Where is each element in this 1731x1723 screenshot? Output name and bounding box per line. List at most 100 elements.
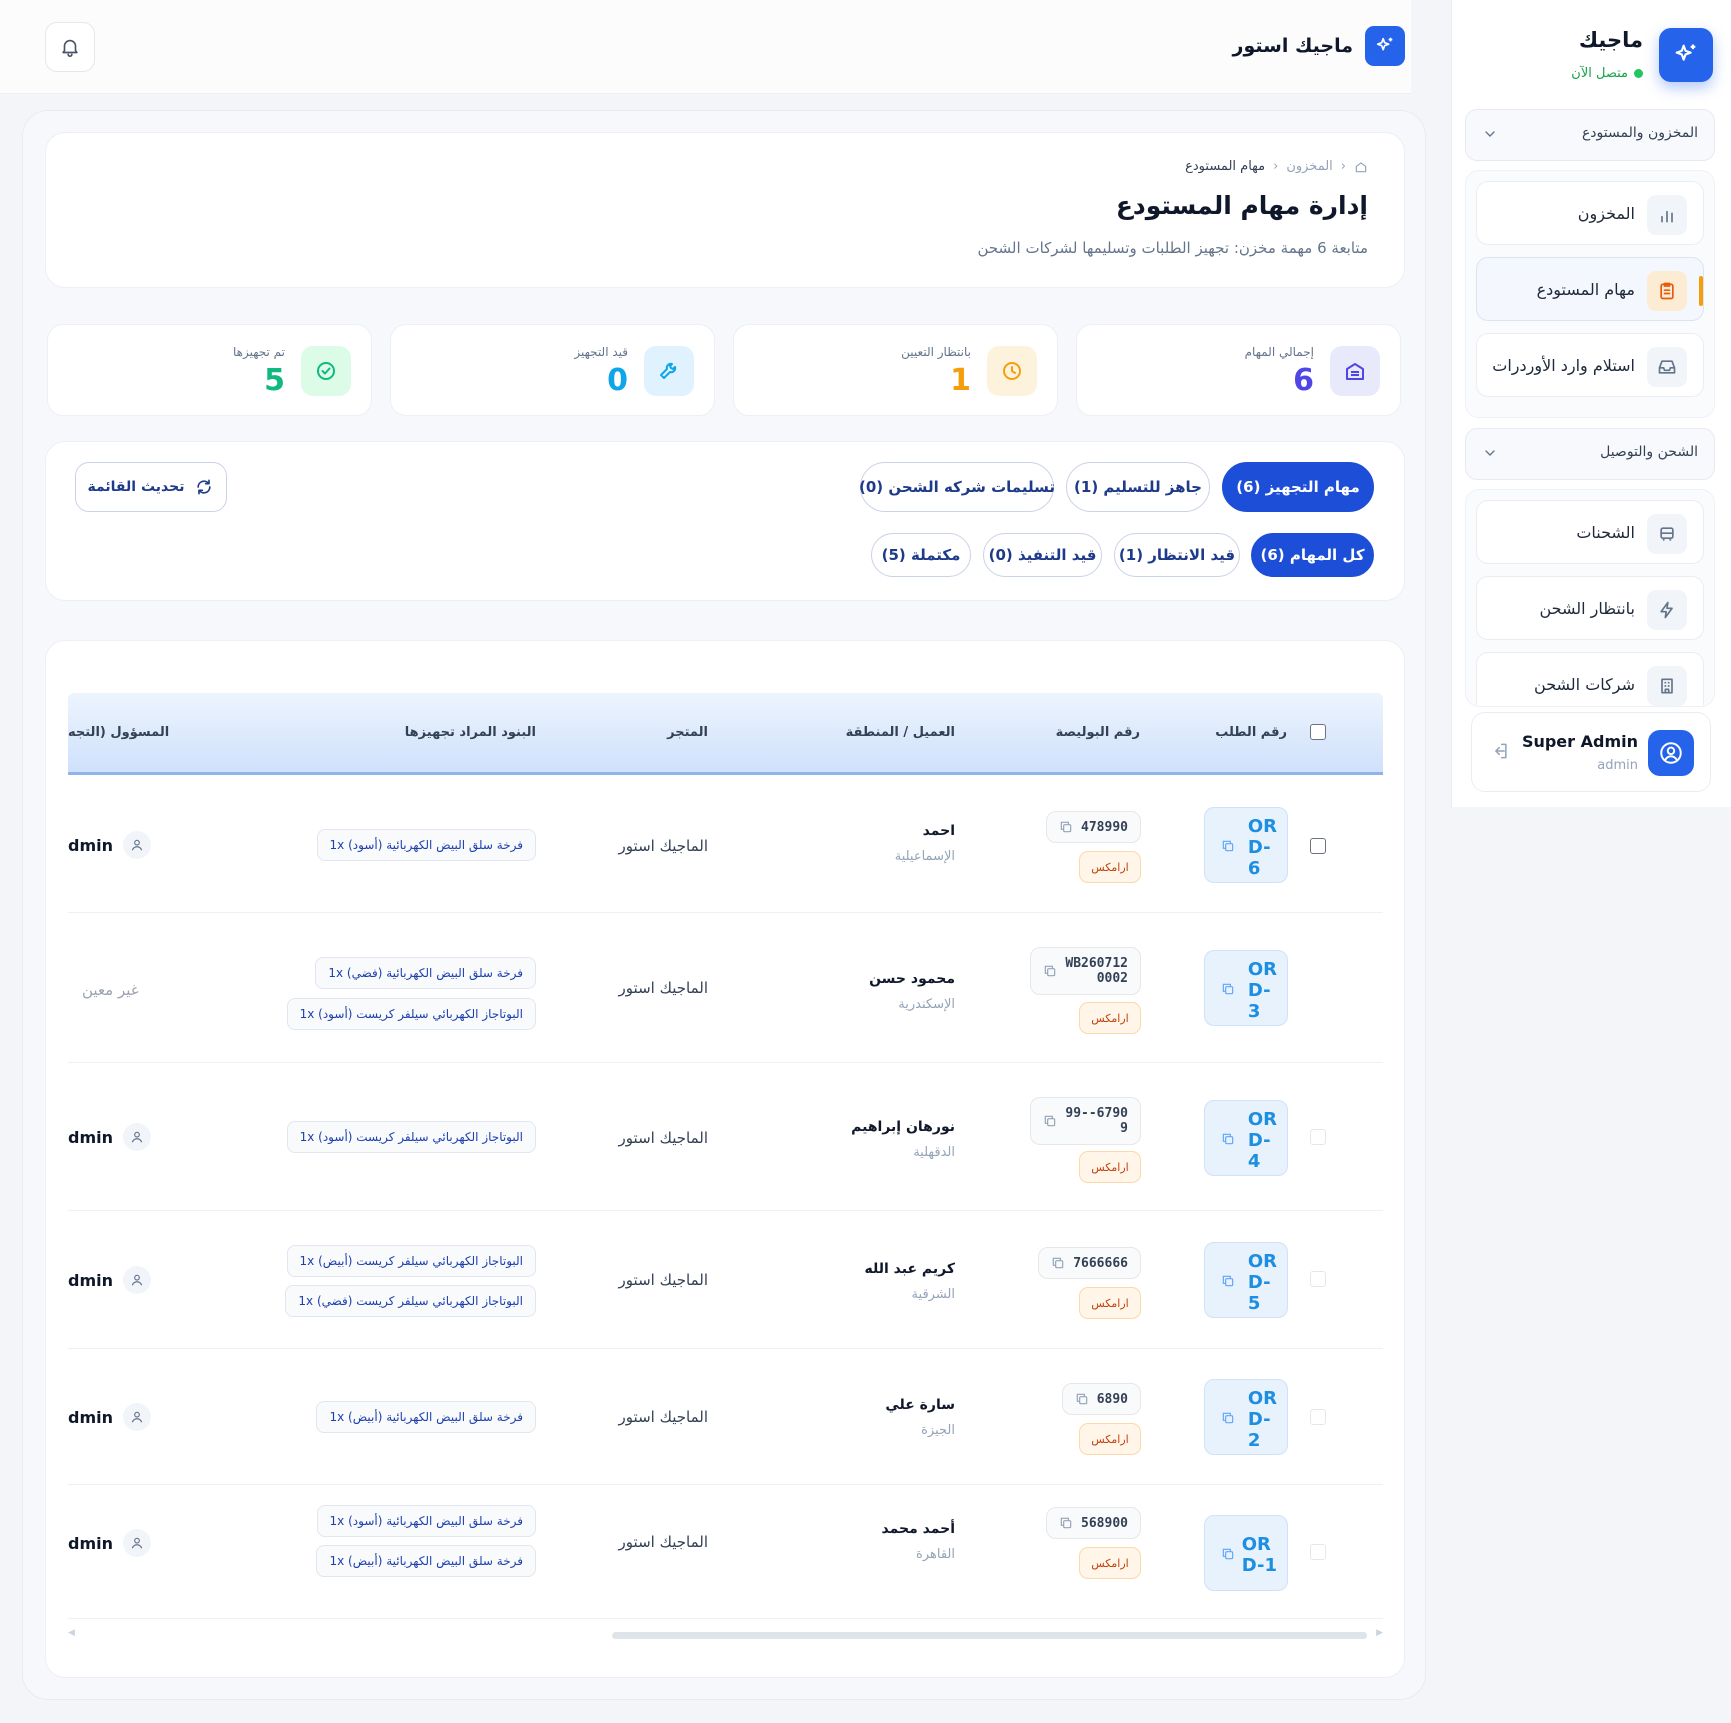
store-brand[interactable]: ماجيك استور [1233, 26, 1405, 66]
assignee[interactable]: dmin [68, 831, 151, 859]
store-name: ماجيك استور [1232, 35, 1353, 57]
table-row[interactable]: OR D- 2 6890 ارامكس سارة علي الجيزة الما… [68, 1349, 1383, 1485]
row-checkbox[interactable] [1310, 838, 1326, 854]
scroll-right-arrow-icon[interactable]: ▶ [1376, 1628, 1383, 1638]
tab-ready-for-delivery[interactable]: جاهز للتسليم (1) [1066, 462, 1210, 512]
copy-icon[interactable] [1043, 1114, 1057, 1128]
order-number-chip[interactable]: OR D- 2 [1204, 1379, 1288, 1455]
row-checkbox[interactable] [1310, 1129, 1326, 1145]
table-row[interactable]: OR D- 3 WB260712 0002 ارامكس محمود حسن ا… [68, 913, 1383, 1063]
sidebar-section-inventory[interactable]: المخزون والمستودع [1465, 109, 1715, 161]
order-number-chip[interactable]: OR D- 4 [1204, 1100, 1288, 1176]
tab-in-progress[interactable]: قيد التنفيذ (0) [983, 533, 1102, 577]
scroll-left-arrow-icon[interactable]: ◀ [68, 1628, 75, 1638]
logout-icon[interactable] [1490, 741, 1510, 761]
notifications-bell-icon[interactable] [45, 22, 95, 72]
column-header[interactable]: العميل / المنطقة [846, 725, 955, 740]
awb-number[interactable]: 478990 [1046, 811, 1141, 843]
customer-name: كريم عبد الله [864, 1261, 955, 1277]
sparkles-icon[interactable] [1659, 28, 1713, 82]
sidebar-item-inventory[interactable]: المخزون [1476, 181, 1704, 245]
order-number: OR D-1 [1241, 1534, 1277, 1576]
tab-preparation-tasks[interactable]: مهام التجهيز (6) [1222, 462, 1374, 512]
awb-number[interactable]: 568900 [1046, 1507, 1141, 1539]
order-number-chip[interactable]: OR D- 6 [1204, 807, 1288, 883]
order-number-chip[interactable]: OR D- 5 [1204, 1242, 1288, 1318]
sidebar-item-shipping-companies[interactable]: شركات الشحن [1476, 652, 1704, 706]
copy-icon[interactable] [1059, 1516, 1073, 1530]
copy-icon[interactable] [1221, 838, 1235, 857]
row-checkbox[interactable] [1310, 1271, 1326, 1287]
lightning-icon [1647, 590, 1687, 630]
awb-number[interactable]: 7666666 [1038, 1247, 1141, 1279]
copy-icon[interactable] [1221, 1273, 1235, 1292]
customer-region: الشرقية [911, 1287, 955, 1302]
assignee[interactable]: dmin [68, 1266, 151, 1294]
order-number-chip[interactable]: OR D- 3 [1204, 950, 1288, 1026]
sidebar-item-warehouse-tasks[interactable]: مهام المستودع [1476, 257, 1704, 321]
assignee-name: dmin [68, 1533, 113, 1553]
sidebar-item-label: بانتظار الشحن [1539, 599, 1635, 618]
inbox-icon [1647, 347, 1687, 387]
copy-icon[interactable] [1059, 820, 1073, 834]
tab-completed[interactable]: مكتملة (5) [871, 533, 971, 577]
awb-number[interactable]: WB260712 0002 [1030, 947, 1141, 995]
awb-number[interactable]: 6890 [1061, 1383, 1141, 1415]
assignee[interactable]: dmin [68, 1403, 151, 1431]
stat-prepared: تم تجهيزها 5 [47, 324, 372, 416]
order-number-chip[interactable]: OR D-1 [1204, 1515, 1288, 1591]
copy-icon[interactable] [1221, 981, 1235, 1000]
order-number: OR D- 2 [1247, 1388, 1277, 1451]
table-row[interactable]: OR D- 5 7666666 ارامكس كريم عبد الله الش… [68, 1211, 1383, 1349]
table-row[interactable]: OR D- 4 99--6790 9 ارامكس نورهان إبراهيم… [68, 1063, 1383, 1211]
table-row[interactable]: OR D-1 568900 ارامكس أحمد محمد القاهرة ا… [68, 1485, 1383, 1619]
assignee[interactable]: dmin [68, 1529, 151, 1557]
sidebar-group-inventory: المخزون مهام المستودع استلام وارد الأورد… [1465, 170, 1715, 418]
stat-awaiting-assignment: بانتظار التعيين 1 [733, 324, 1058, 416]
scrollbar-thumb[interactable] [612, 1632, 1367, 1639]
select-all-checkbox[interactable] [1310, 724, 1326, 740]
tab-all-tasks[interactable]: كل المهام (6) [1251, 533, 1374, 577]
copy-icon[interactable] [1051, 1256, 1065, 1270]
user-card[interactable]: Super Admin admin [1471, 712, 1711, 792]
home-icon[interactable] [1354, 160, 1368, 174]
column-header[interactable]: المسؤول (التجه [68, 725, 169, 740]
copy-icon[interactable] [1221, 1131, 1235, 1150]
item-chip: البوتاجاز الكهربائي سيلفر كريست (أسود) 1… [286, 998, 536, 1030]
stat-label: تم تجهيزها [233, 345, 285, 359]
sidebar-section-shipping[interactable]: الشحن والتوصيل [1465, 428, 1715, 480]
copy-icon[interactable] [1221, 1546, 1235, 1565]
breadcrumb-current: مهام المستودع [1185, 159, 1266, 174]
awb-number[interactable]: 99--6790 9 [1030, 1097, 1141, 1145]
active-indicator [1699, 276, 1703, 306]
table-row[interactable]: OR D- 6 478990 ارامكس احمد الإسماعيلية ا… [68, 779, 1383, 913]
column-header[interactable]: البنود المراد تجهيزها [405, 725, 536, 740]
sidebar-item-shipments[interactable]: الشحنات [1476, 500, 1704, 564]
column-header[interactable]: رقم البوليصة [1056, 725, 1140, 740]
tab-pending[interactable]: قيد الانتظار (1) [1114, 533, 1240, 577]
sidebar-item-awaiting-shipping[interactable]: بانتظار الشحن [1476, 576, 1704, 640]
refresh-list-button[interactable]: تحديث القائمة [75, 462, 227, 512]
breadcrumb-item[interactable]: المخزون [1286, 159, 1332, 174]
sidebar-item-inbound-receiving[interactable]: استلام وارد الأوردرات [1476, 333, 1704, 397]
row-checkbox[interactable] [1310, 1409, 1326, 1425]
assignee[interactable]: dmin [68, 1123, 151, 1151]
column-header[interactable]: المتجر [667, 725, 708, 740]
unassigned-label: غير معين [82, 981, 139, 999]
store-name: الماجيك استور [618, 1271, 708, 1289]
page-subtitle: متابعة 6 مهمة مخزن: تجهيز الطلبات وتسليم… [977, 239, 1368, 257]
top-bar: ماجيك استور [0, 0, 1411, 94]
order-number: OR D- 3 [1247, 959, 1277, 1022]
copy-icon[interactable] [1075, 1392, 1089, 1406]
refresh-label: تحديث القائمة [87, 479, 185, 495]
table-header: رقم الطلب رقم البوليصة العميل / المنطقة … [68, 693, 1383, 775]
building-icon [1647, 666, 1687, 706]
row-checkbox[interactable] [1310, 1544, 1326, 1560]
section-label: الشحن والتوصيل [1600, 444, 1698, 460]
copy-icon[interactable] [1043, 964, 1057, 978]
column-header[interactable]: رقم الطلب [1215, 725, 1287, 740]
tab-courier-handovers[interactable]: تسليمات شركه الشحن (0) [859, 462, 1055, 512]
copy-icon[interactable] [1221, 1410, 1235, 1429]
sidebar-item-label: استلام وارد الأوردرات [1492, 356, 1635, 375]
item-chip: فرخة سلق البيض الكهربائية (أبيض) 1x [316, 1545, 536, 1577]
